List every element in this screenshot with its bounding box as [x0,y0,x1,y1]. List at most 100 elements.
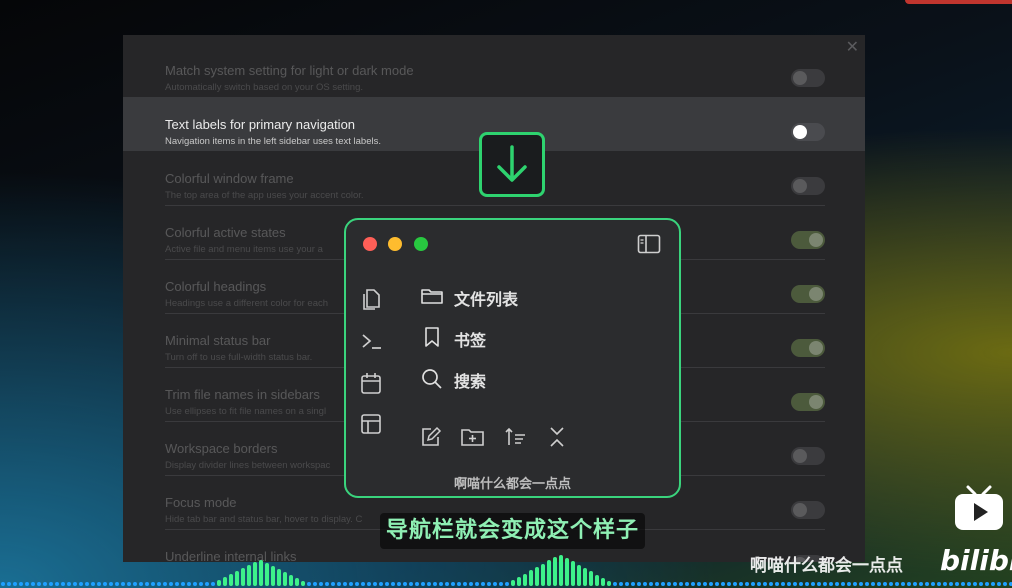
setting-toggle[interactable] [791,231,825,249]
wave-bar [511,580,515,586]
wave-bar [493,582,497,586]
calendar-icon[interactable] [360,371,382,399]
toggle-knob [793,503,807,517]
wave-bar [385,582,389,586]
terminal-icon[interactable] [360,330,384,356]
new-folder-icon[interactable] [460,426,486,452]
wave-bar [175,582,179,586]
wave-bar [991,582,995,586]
wave-bar [43,582,47,586]
wave-bar [277,569,281,586]
setting-toggle[interactable] [791,501,825,519]
toggle-knob [809,233,823,247]
zoom-traffic-light[interactable] [414,237,428,251]
nav-search-label: 搜索 [454,372,487,391]
wave-bar [595,575,599,586]
wave-bar [637,582,641,586]
setting-toggle[interactable] [791,69,825,87]
wave-bar [571,561,575,586]
setting-toggle[interactable] [791,123,825,141]
wave-bar [187,582,191,586]
setting-title: Text labels for primary navigation [165,117,356,132]
sidebar-toggle-icon[interactable] [637,234,661,258]
wave-bar [925,582,929,586]
wave-bar [283,572,287,586]
wave-bar [907,582,911,586]
setting-description: Automatically switch based on your OS se… [165,82,364,93]
collapse-icon[interactable] [547,425,567,453]
wave-bar [691,582,695,586]
wave-bar [901,582,905,586]
wave-bar [661,582,665,586]
wave-bar [697,582,701,586]
setting-description: Turn off to use full-width status bar. [165,352,313,363]
wave-bar [931,582,935,586]
wave-bar [883,582,887,586]
wave-bar [619,582,623,586]
wave-bar [115,582,119,586]
wave-bar [673,582,677,586]
nav-item-files[interactable]: 文件列表 [420,286,518,310]
setting-toggle[interactable] [791,447,825,465]
new-note-icon[interactable] [419,426,443,452]
sort-icon[interactable] [504,426,528,452]
wave-bar [559,555,563,586]
wave-bar [247,565,251,586]
copy-files-icon[interactable] [360,287,382,315]
nav-item-search[interactable]: 搜索 [420,368,486,392]
wave-bar [67,582,71,586]
setting-toggle[interactable] [791,393,825,411]
wave-bar [49,582,53,586]
wave-bar [343,582,347,586]
wave-bar [163,582,167,586]
wave-bar [601,578,605,586]
toggle-knob [809,395,823,409]
setting-title: Colorful headings [165,279,267,294]
setting-toggle[interactable] [791,339,825,357]
wave-bar [565,558,569,586]
wave-bar [961,582,965,586]
wave-bar [361,582,365,586]
layout-icon[interactable] [360,413,382,439]
wave-bar [793,582,797,586]
wave-bar [235,571,239,586]
wave-bar [955,582,959,586]
wave-bar [229,574,233,586]
wave-bar [457,582,461,586]
wave-bar [943,582,947,586]
setting-row: Match system setting for light or dark m… [123,43,865,97]
toggle-knob [793,179,807,193]
wave-bar [193,582,197,586]
wave-bar [547,560,551,586]
setting-description: Display divider lines between workspac [165,460,331,471]
setting-description: Hide tab bar and status bar, hover to di… [165,514,363,525]
wave-bar [211,582,215,586]
wave-bar [241,568,245,586]
wave-bar [937,582,941,586]
wave-bar [259,560,263,586]
nav-item-bookmarks[interactable]: 书签 [420,327,486,351]
wave-bar [889,582,893,586]
setting-title: Match system setting for light or dark m… [165,63,414,78]
setting-title: Colorful window frame [165,171,294,186]
toggle-knob [793,449,807,463]
wave-bar [271,566,275,586]
setting-toggle[interactable] [791,177,825,195]
close-traffic-light[interactable] [363,237,377,251]
wave-bar [853,582,857,586]
wave-bar [391,582,395,586]
bookmark-icon [420,326,444,352]
wave-bar [331,582,335,586]
popup-footer-text: 啊喵什么都会一点点 [453,477,571,492]
wave-bar [91,582,95,586]
minimize-traffic-light[interactable] [388,237,402,251]
wave-bar [745,582,749,586]
wave-bar [415,582,419,586]
wave-bar [307,582,311,586]
wave-bar [157,582,161,586]
wave-bar [109,582,113,586]
wave-bar [139,582,143,586]
setting-toggle[interactable] [791,285,825,303]
wave-bar [535,567,539,586]
wave-bar [205,582,209,586]
